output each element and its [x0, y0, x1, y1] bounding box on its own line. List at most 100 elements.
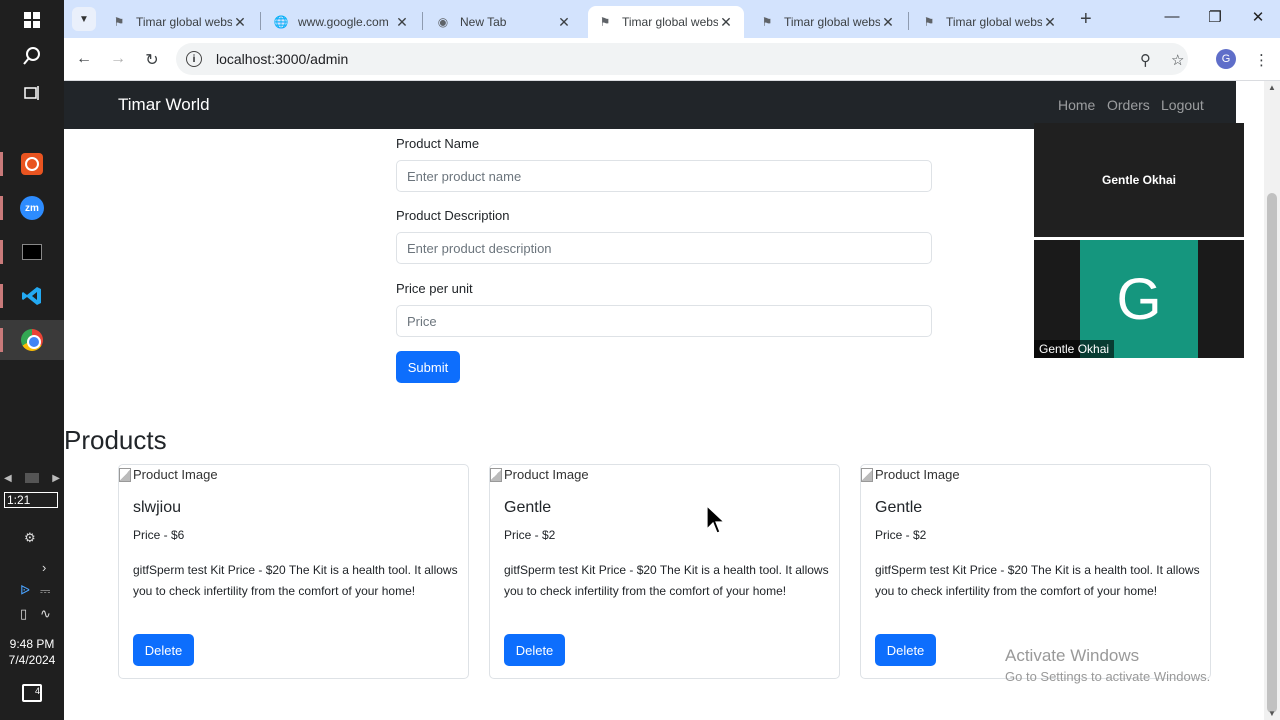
taskbar-app-zoom[interactable]: zm: [0, 188, 64, 228]
chevron-right-icon[interactable]: ▶: [52, 473, 60, 484]
watermark-subtitle: Go to Settings to activate Windows.: [1005, 669, 1211, 684]
terminal-icon: [22, 244, 42, 260]
scroll-down-arrow[interactable]: ▼: [1264, 709, 1280, 718]
chrome-icon: [21, 329, 43, 351]
product-image-alt: Product Image: [504, 467, 589, 482]
forward-button[interactable]: →: [108, 50, 128, 68]
back-button[interactable]: ←: [74, 50, 94, 68]
notification-center-icon[interactable]: 4: [22, 684, 42, 702]
new-tab-button[interactable]: +: [1080, 8, 1092, 31]
site-info-icon[interactable]: i: [186, 51, 202, 67]
product-title: Gentle: [875, 499, 923, 516]
browser-tab[interactable]: 🌐 www.google.com ✕: [264, 6, 420, 38]
scroll-up-arrow[interactable]: ▲: [1264, 83, 1280, 92]
page-icon: ⚑: [923, 15, 935, 29]
people-icon[interactable]: ⚙: [24, 530, 36, 546]
video-call-participant-tile[interactable]: G Gentle Okhai: [1034, 240, 1244, 358]
wifi-icon[interactable]: ∿: [40, 606, 51, 622]
tab-divider: [908, 12, 909, 30]
close-icon[interactable]: ✕: [718, 14, 734, 31]
page-icon: ⚑: [599, 15, 611, 29]
price-input[interactable]: [396, 305, 932, 337]
speaker-name: Gentle Okhai: [1101, 173, 1177, 187]
close-icon[interactable]: ✕: [1042, 14, 1058, 31]
product-name-input[interactable]: [396, 160, 932, 192]
site-brand[interactable]: Timar World: [118, 95, 210, 115]
chevron-right-icon[interactable]: ›: [42, 560, 46, 575]
profile-avatar[interactable]: G: [1216, 49, 1236, 69]
scrollbar-thumb[interactable]: [1267, 193, 1277, 713]
browser-tab[interactable]: ⚑ Timar global website ✕: [750, 6, 906, 38]
tab-divider: [260, 12, 261, 30]
taskbar-app-terminal[interactable]: [0, 232, 64, 272]
reload-button[interactable]: ↻: [142, 50, 162, 70]
page-icon: ⚑: [113, 15, 125, 29]
battery-icon[interactable]: ▯: [20, 606, 27, 622]
tab-title: Timar global website: [622, 15, 718, 29]
tab-title: New Tab: [460, 15, 507, 29]
nav-link-logout[interactable]: Logout: [1161, 97, 1204, 113]
chevron-down-icon: ▼: [79, 13, 89, 25]
magnifier-icon: ⚲: [1140, 52, 1151, 69]
ubuntu-icon: [21, 153, 43, 175]
browser-tab[interactable]: ⚑ Timar global website ✕: [102, 6, 258, 38]
system-clock[interactable]: 9:48 PM 7/4/2024: [0, 636, 64, 668]
search-icon: [23, 47, 40, 65]
bluetooth-icon[interactable]: ᐉ: [20, 583, 30, 599]
tab-title: Timar global website: [784, 15, 880, 29]
close-icon[interactable]: ✕: [394, 14, 410, 31]
close-icon[interactable]: ✕: [556, 14, 572, 31]
search-button[interactable]: [0, 36, 64, 76]
delete-button[interactable]: Delete: [504, 634, 565, 666]
delete-button[interactable]: Delete: [133, 634, 194, 666]
mouse-cursor-icon: [706, 505, 726, 534]
taskbar-app-chrome[interactable]: [0, 320, 64, 360]
tray-scroll-thumb[interactable]: [25, 473, 39, 483]
product-image: Product Image: [861, 467, 960, 482]
taskbar-app-vscode[interactable]: [0, 276, 64, 316]
watermark-title: Activate Windows: [1005, 646, 1140, 665]
star-icon: ☆: [1171, 52, 1185, 69]
tray-scroller[interactable]: ◀ ▶: [0, 471, 64, 485]
nav-link-orders[interactable]: Orders: [1107, 97, 1150, 113]
address-bar[interactable]: i localhost:3000/admin: [176, 43, 1188, 75]
minimize-icon: —: [1164, 8, 1180, 25]
page-scrollbar[interactable]: ▲ ▼: [1264, 81, 1280, 720]
browser-tab[interactable]: ◉ New Tab ✕: [426, 6, 582, 38]
product-image-alt: Product Image: [133, 467, 218, 482]
reload-icon: ↻: [145, 52, 159, 69]
close-window-button[interactable]: ✕: [1248, 8, 1268, 26]
minimize-button[interactable]: —: [1162, 8, 1182, 25]
windows-start-button[interactable]: [0, 0, 64, 40]
close-icon[interactable]: ✕: [232, 14, 248, 31]
power-plug-icon[interactable]: ⎓: [40, 583, 50, 599]
product-name-label: Product Name: [396, 136, 480, 151]
page-icon: ⚑: [761, 15, 773, 29]
tab-title: www.google.com: [298, 15, 389, 29]
close-icon[interactable]: ✕: [880, 14, 896, 31]
kebab-menu-icon: ⋮: [1254, 52, 1269, 69]
nav-link-home[interactable]: Home: [1058, 97, 1095, 113]
zoom-button[interactable]: ⚲: [1140, 51, 1151, 69]
task-view-button[interactable]: [0, 73, 64, 113]
video-call-speaker-tile[interactable]: Gentle Okhai: [1034, 123, 1244, 237]
browser-tab-active[interactable]: ⚑ Timar global website ✕: [588, 6, 744, 38]
chrome-menu-button[interactable]: ⋮: [1254, 51, 1269, 69]
battery-indicator[interactable]: 1:21: [4, 492, 58, 508]
vscode-icon: [22, 287, 41, 305]
chevron-left-icon[interactable]: ◀: [4, 473, 12, 484]
browser-tab[interactable]: ⚑ Timar global website ✕: [912, 6, 1068, 38]
bookmark-button[interactable]: ☆: [1171, 51, 1184, 69]
submit-button[interactable]: Submit: [396, 351, 460, 383]
url-text: localhost:3000/admin: [216, 51, 349, 67]
arrow-left-icon: ←: [76, 50, 92, 67]
product-image: Product Image: [119, 467, 218, 482]
tab-search-button[interactable]: ▼: [72, 7, 96, 31]
product-description-input[interactable]: [396, 232, 932, 264]
product-description: gitfSperm test Kit Price - $20 The Kit i…: [133, 563, 458, 598]
delete-button[interactable]: Delete: [875, 634, 936, 666]
taskbar-app-ubuntu[interactable]: [0, 144, 64, 184]
chrome-icon: ◉: [437, 15, 449, 29]
restore-button[interactable]: ❐: [1205, 8, 1225, 26]
restore-icon: ❐: [1208, 9, 1222, 26]
